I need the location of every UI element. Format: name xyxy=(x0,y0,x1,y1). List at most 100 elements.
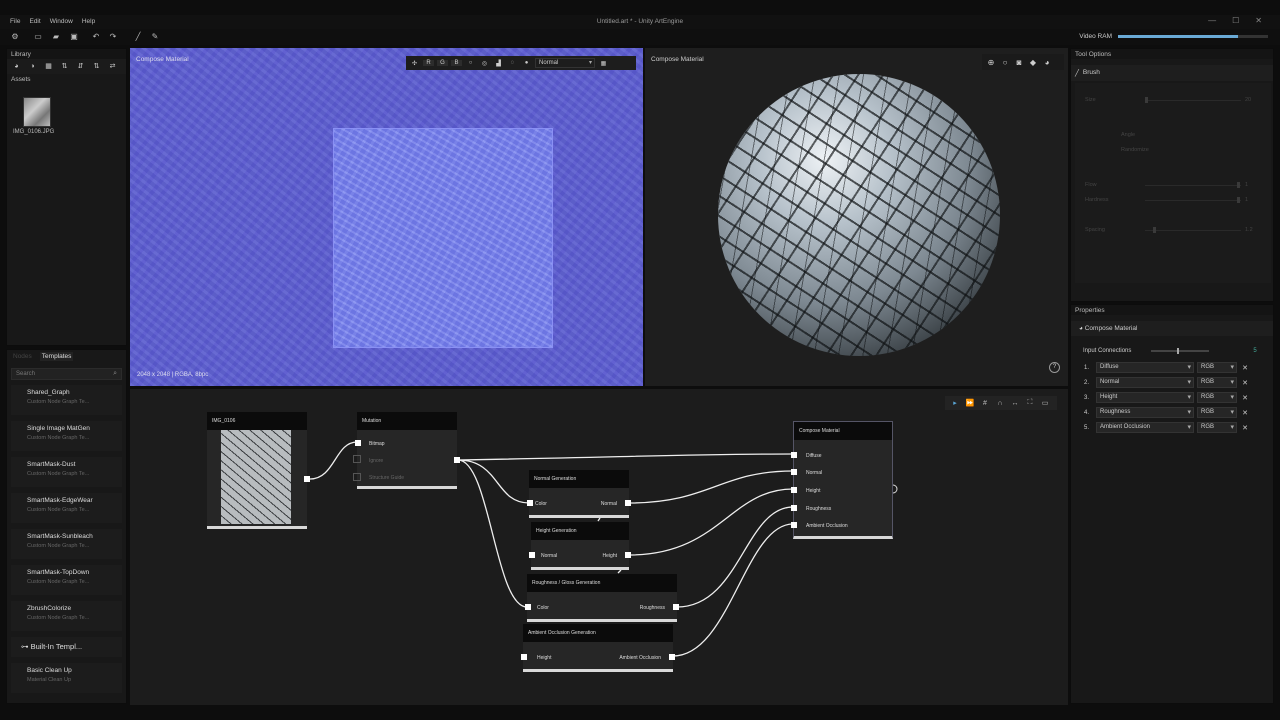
input-port-roughness[interactable] xyxy=(791,505,797,511)
list-item[interactable]: SmartMask-Sunbleach Custom Node Graph Te.… xyxy=(11,529,122,559)
size-slider-knob[interactable] xyxy=(1145,97,1148,103)
histogram-icon[interactable]: ▟ xyxy=(493,60,504,67)
arrange-icon[interactable]: ⇅ xyxy=(92,62,101,71)
ignore-checkbox[interactable] xyxy=(353,455,361,463)
input-name-dropdown[interactable]: Height xyxy=(1096,392,1194,403)
remove-input-icon[interactable]: ✕ xyxy=(1240,394,1250,402)
list-item[interactable]: Shared_Graph Custom Node Graph Te... xyxy=(11,385,122,415)
output-port[interactable] xyxy=(454,457,460,463)
material-icon[interactable]: ◑ xyxy=(28,62,37,71)
filter-icon[interactable]: ⇵ xyxy=(76,62,85,71)
grid-snap-icon[interactable]: # xyxy=(980,400,990,407)
eraser-icon[interactable]: ✎ xyxy=(150,32,160,41)
input-port-color[interactable] xyxy=(525,604,531,610)
hardness-slider-knob[interactable] xyxy=(1237,197,1240,203)
output-port[interactable] xyxy=(304,476,310,482)
list-item[interactable]: SmartMask-TopDown Custom Node Graph Te... xyxy=(11,565,122,595)
list-item[interactable]: ZbrushColorize Custom Node Graph Te... xyxy=(11,601,122,631)
play-icon[interactable]: ▸ xyxy=(950,399,960,407)
channel-r-button[interactable]: R xyxy=(423,60,434,66)
undo-icon[interactable]: ↶ xyxy=(91,32,101,41)
new-file-icon[interactable]: ▭ xyxy=(33,32,43,41)
save-icon[interactable]: ▣ xyxy=(69,32,79,41)
frame-all-icon[interactable]: ⛶ xyxy=(1025,399,1035,407)
viewport-2d[interactable]: Compose Material ✣ R G B ○ ◎ ▟ ◌ ● Norma… xyxy=(130,48,643,386)
node-graph[interactable]: ▸ ⏩ # ∩ ↔ ⛶ ▭ IMG_0106 Mutation Bitmap I… xyxy=(130,389,1068,705)
remove-input-icon[interactable]: ✕ xyxy=(1240,364,1250,372)
flow-slider[interactable] xyxy=(1145,185,1241,186)
node-roughness-generation[interactable]: Roughness / Gloss Generation Color Rough… xyxy=(525,574,679,622)
input-connections-slider-knob[interactable] xyxy=(1177,348,1180,354)
output-port[interactable] xyxy=(673,604,679,610)
view-mode-select[interactable]: Normal xyxy=(535,58,595,68)
redo-icon[interactable]: ↷ xyxy=(108,32,118,41)
target-icon[interactable]: ◎ xyxy=(479,60,490,67)
tab-templates[interactable]: Templates xyxy=(39,352,74,361)
input-format-dropdown[interactable]: RGB xyxy=(1197,362,1237,373)
srgb-icon[interactable]: ◌ xyxy=(507,60,518,66)
tab-nodes[interactable]: Nodes xyxy=(11,352,34,361)
input-name-dropdown[interactable]: Ambient Occlusion xyxy=(1096,422,1194,433)
asset-thumbnail[interactable] xyxy=(23,97,51,127)
help-icon[interactable]: ? xyxy=(1049,362,1060,373)
input-port-bitmap[interactable] xyxy=(355,440,361,446)
grid-icon[interactable]: ▦ xyxy=(598,60,609,67)
close-button[interactable]: ✕ xyxy=(1255,16,1262,25)
remove-input-icon[interactable]: ✕ xyxy=(1240,424,1250,432)
camera-icon[interactable]: ◙ xyxy=(1014,58,1024,67)
node-compose-material[interactable]: Compose Material Diffuse Normal Height R… xyxy=(791,421,893,539)
checker-icon[interactable]: ▦ xyxy=(44,62,53,71)
input-format-dropdown[interactable]: RGB xyxy=(1197,422,1237,433)
spacing-slider-knob[interactable] xyxy=(1153,227,1156,233)
remove-input-icon[interactable]: ✕ xyxy=(1240,379,1250,387)
node-normal-generation[interactable]: Normal Generation Color Normal xyxy=(527,470,631,518)
node-mutation[interactable]: Mutation Bitmap Ignore Structure Guide xyxy=(353,412,460,489)
input-port-diffuse[interactable] xyxy=(791,452,797,458)
input-port-color[interactable] xyxy=(527,500,533,506)
dot-icon[interactable]: ● xyxy=(521,60,532,66)
channel-b-button[interactable]: B xyxy=(451,60,462,66)
maximize-button[interactable]: ☐ xyxy=(1232,16,1239,25)
light-icon[interactable]: ○ xyxy=(1000,58,1010,67)
input-format-dropdown[interactable]: RGB xyxy=(1197,392,1237,403)
output-port[interactable] xyxy=(669,654,675,660)
hardness-slider[interactable] xyxy=(1145,200,1241,201)
input-port-height[interactable] xyxy=(791,487,797,493)
list-item[interactable]: Basic Clean Up Material Clean Up xyxy=(11,663,122,693)
search-input[interactable]: Search ⌕ xyxy=(11,368,122,380)
input-name-dropdown[interactable]: Normal xyxy=(1096,377,1194,388)
input-name-dropdown[interactable]: Diffuse xyxy=(1096,362,1194,373)
brush-tool-row[interactable]: ╱ Brush xyxy=(1071,65,1273,81)
remove-input-icon[interactable]: ✕ xyxy=(1240,409,1250,417)
fit-width-icon[interactable]: ↔ xyxy=(1010,400,1020,407)
size-slider[interactable] xyxy=(1145,100,1241,101)
input-format-dropdown[interactable]: RGB xyxy=(1197,377,1237,388)
settings-icon[interactable]: ⚙ xyxy=(10,32,20,41)
list-item[interactable]: SmartMask-EdgeWear Custom Node Graph Te..… xyxy=(11,493,122,523)
output-port[interactable] xyxy=(625,500,631,506)
minimize-button[interactable]: — xyxy=(1208,16,1216,25)
input-name-dropdown[interactable]: Roughness xyxy=(1096,407,1194,418)
sphere-view-icon[interactable]: ◕ xyxy=(12,62,21,71)
material-preview-sphere[interactable] xyxy=(718,74,1000,356)
node-height-generation[interactable]: Height Generation Normal Height xyxy=(529,522,631,570)
input-port-normal[interactable] xyxy=(529,552,535,558)
play-all-icon[interactable]: ⏩ xyxy=(965,399,975,407)
pan-icon[interactable]: ✣ xyxy=(409,60,420,67)
builtin-templates-header[interactable]: ⊶ Built-In Templ... xyxy=(11,637,122,657)
input-port-height[interactable] xyxy=(521,654,527,660)
spacing-slider[interactable] xyxy=(1145,230,1241,231)
output-port[interactable] xyxy=(625,552,631,558)
sphere-icon[interactable]: ◕ xyxy=(1042,58,1052,67)
input-format-dropdown[interactable]: RGB xyxy=(1197,407,1237,418)
input-connections-slider[interactable] xyxy=(1151,348,1210,354)
open-folder-icon[interactable]: ▰ xyxy=(51,32,61,41)
brush-icon[interactable]: ╱ xyxy=(133,32,143,41)
list-item[interactable]: Single Image MatGen Custom Node Graph Te.… xyxy=(11,421,122,451)
input-connections-value[interactable]: 5 xyxy=(1253,348,1256,354)
circle-icon[interactable]: ○ xyxy=(465,60,476,66)
input-port-ambient-occlusion[interactable] xyxy=(791,522,797,528)
node-image[interactable]: IMG_0106 xyxy=(207,412,310,529)
globe-icon[interactable]: ⊕ xyxy=(986,58,996,67)
flow-slider-knob[interactable] xyxy=(1237,182,1240,188)
